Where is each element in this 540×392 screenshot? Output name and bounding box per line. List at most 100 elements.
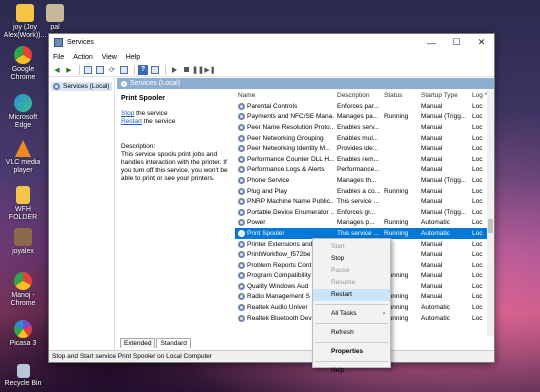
- context-menu-restart[interactable]: Restart: [313, 289, 390, 301]
- cell-service-name: Performance Logs & Alerts: [235, 166, 334, 174]
- folder-icon: [16, 4, 34, 22]
- desktop-icon-wfh-folder[interactable]: WFH FOLDER: [0, 186, 46, 222]
- context-menu-properties[interactable]: Properties: [313, 346, 390, 358]
- properties-icon[interactable]: [150, 65, 160, 75]
- tab-extended[interactable]: Extended: [120, 338, 156, 348]
- pane-header-title: Services (Local): [130, 80, 181, 87]
- cell-service-description: Enforces gr...: [334, 209, 382, 216]
- cell-service-description: Manages pa...: [334, 113, 382, 120]
- pause-service-icon[interactable]: ❚❚: [192, 65, 204, 75]
- context-menu-all-tasks[interactable]: All Tasks ›: [313, 308, 390, 320]
- desktop-icon-chrome[interactable]: Google Chrome: [0, 46, 46, 82]
- close-button[interactable]: ✕: [469, 34, 494, 51]
- stop-service-icon[interactable]: [181, 65, 191, 75]
- table-row[interactable]: Parental Controls Enforces par... Manual Lo…: [235, 101, 494, 112]
- menu-file[interactable]: File: [53, 54, 64, 61]
- cell-service-startup-type: Manual: [418, 198, 470, 205]
- cell-service-startup-type: Manual: [418, 166, 470, 173]
- cell-service-name: Performance Counter DLL H...: [235, 155, 334, 163]
- cell-text: Loc: [472, 229, 483, 237]
- menu-action[interactable]: Action: [73, 54, 92, 61]
- desktop-icon-label: Microsoft Edge: [8, 114, 38, 129]
- title-bar[interactable]: Services — ☐ ✕: [49, 34, 494, 51]
- table-row[interactable]: PNRP Machine Name Public... This service …: [235, 196, 494, 207]
- refresh-icon[interactable]: ⟳: [107, 65, 117, 75]
- menu-help[interactable]: Help: [126, 54, 140, 61]
- cell-text: Peer Name Resolution Proto...: [247, 123, 334, 131]
- context-menu-stop[interactable]: Stop: [313, 253, 390, 265]
- desktop-icon-joyalex[interactable]: joyalex: [0, 228, 46, 256]
- context-menu-start[interactable]: Start: [313, 241, 390, 253]
- desktop-icon-picasa[interactable]: Picasa 3: [0, 320, 46, 348]
- cell-text: Manual: [421, 155, 443, 163]
- start-service-icon[interactable]: [169, 65, 179, 75]
- minimize-button[interactable]: —: [419, 34, 444, 51]
- details-view-icon[interactable]: [95, 65, 105, 75]
- table-row[interactable]: Performance Logs & Alerts Performance... M…: [235, 165, 494, 176]
- forward-arrow-icon[interactable]: ▶: [64, 65, 74, 75]
- table-row[interactable]: Performance Counter DLL H... Enables rem.…: [235, 154, 494, 165]
- tree-item-label: Services (Local): [63, 83, 110, 90]
- restart-action-line: Restart the service: [121, 118, 229, 126]
- stop-service-link[interactable]: Stop: [121, 110, 134, 117]
- table-row[interactable]: Portable Device Enumerator ... Enforces g…: [235, 207, 494, 218]
- show-hide-tree-icon[interactable]: [83, 65, 93, 75]
- table-row[interactable]: Power Manages p... Running Automatic Loc: [235, 218, 494, 229]
- restart-service-link[interactable]: Restart: [121, 118, 142, 125]
- cell-text: Manual: [421, 282, 443, 290]
- tree-item-services-local[interactable]: Services (Local): [51, 82, 112, 91]
- cell-service-name: Plug and Play: [235, 187, 334, 195]
- context-menu-pause[interactable]: Pause: [313, 265, 390, 277]
- context-menu-refresh[interactable]: Refresh: [313, 327, 390, 339]
- table-row[interactable]: Phone Service Manages th... Manual (Trigg.…: [235, 175, 494, 186]
- desktop-icon-label: WFH FOLDER: [8, 206, 38, 221]
- column-header-description[interactable]: Description: [334, 92, 382, 99]
- cell-text: Manual: [421, 123, 443, 131]
- table-row[interactable]: Plug and Play Enables a co... Running Manua…: [235, 186, 494, 197]
- desktop-icon-manoj-chrome[interactable]: Manoj - Chrome: [0, 272, 46, 308]
- cell-text: Manual (Trigg...: [421, 113, 467, 121]
- table-row[interactable]: Peer Networking Identity M... Provides id…: [235, 143, 494, 154]
- cell-service-description: Enables mul...: [334, 135, 382, 142]
- desktop-icon-pal[interactable]: pal: [40, 4, 70, 32]
- user-photo-icon: [14, 228, 32, 246]
- desktop-icon-edge[interactable]: Microsoft Edge: [0, 94, 46, 130]
- menu-bar: File Action View Help: [49, 51, 494, 63]
- gear-icon: [238, 229, 245, 237]
- view-tabs: Extended Standard: [117, 336, 494, 348]
- cell-service-startup-type: Automatic: [418, 304, 470, 311]
- export-list-icon[interactable]: [119, 65, 129, 75]
- cell-service-startup-type: Manual: [418, 262, 470, 269]
- help-icon[interactable]: ?: [138, 64, 148, 75]
- cell-text: Manual: [421, 293, 443, 301]
- cell-text: Enables serv...: [337, 123, 380, 131]
- desktop-icon-vlc[interactable]: VLC media player: [0, 140, 46, 175]
- context-menu-help[interactable]: Help: [313, 365, 390, 377]
- vertical-scrollbar[interactable]: [487, 89, 494, 336]
- cell-service-startup-type: Automatic: [418, 219, 470, 226]
- table-row[interactable]: Peer Name Resolution Proto... Enables ser…: [235, 122, 494, 133]
- table-row[interactable]: Peer Networking Grouping Enables mul... Ma…: [235, 133, 494, 144]
- maximize-button[interactable]: ☐: [444, 34, 469, 51]
- column-header-status[interactable]: Status: [382, 92, 418, 99]
- cell-text: Manual: [421, 240, 443, 248]
- menu-view[interactable]: View: [102, 54, 117, 61]
- cell-service-startup-type: Manual (Trigg...: [418, 177, 470, 184]
- cell-text: Program Compatibility: [247, 272, 311, 280]
- desktop-icon-label: Recycle Bin: [4, 380, 42, 387]
- column-header-startup-type[interactable]: Startup Type: [418, 92, 470, 99]
- description-label: Description:: [121, 143, 156, 150]
- back-arrow-icon[interactable]: ◀: [52, 65, 62, 75]
- column-header-name[interactable]: Name: [235, 92, 334, 99]
- scrollbar-thumb[interactable]: [488, 219, 493, 233]
- cell-text: Manual (Trigg...: [421, 176, 467, 184]
- desktop-icon-recycle-bin[interactable]: Recycle Bin: [0, 364, 46, 388]
- gear-icon: [238, 272, 245, 280]
- tab-standard[interactable]: Standard: [156, 338, 191, 348]
- table-row[interactable]: Payments and NFC/SE Mana... Manages pa...…: [235, 112, 494, 123]
- restart-service-icon[interactable]: ▶❚: [204, 65, 215, 75]
- services-pane: Services (Local) Print Spooler Stop the …: [117, 78, 494, 350]
- gear-icon: [238, 166, 245, 174]
- context-menu-resume[interactable]: Resume: [313, 277, 390, 289]
- gear-icon: [238, 123, 245, 131]
